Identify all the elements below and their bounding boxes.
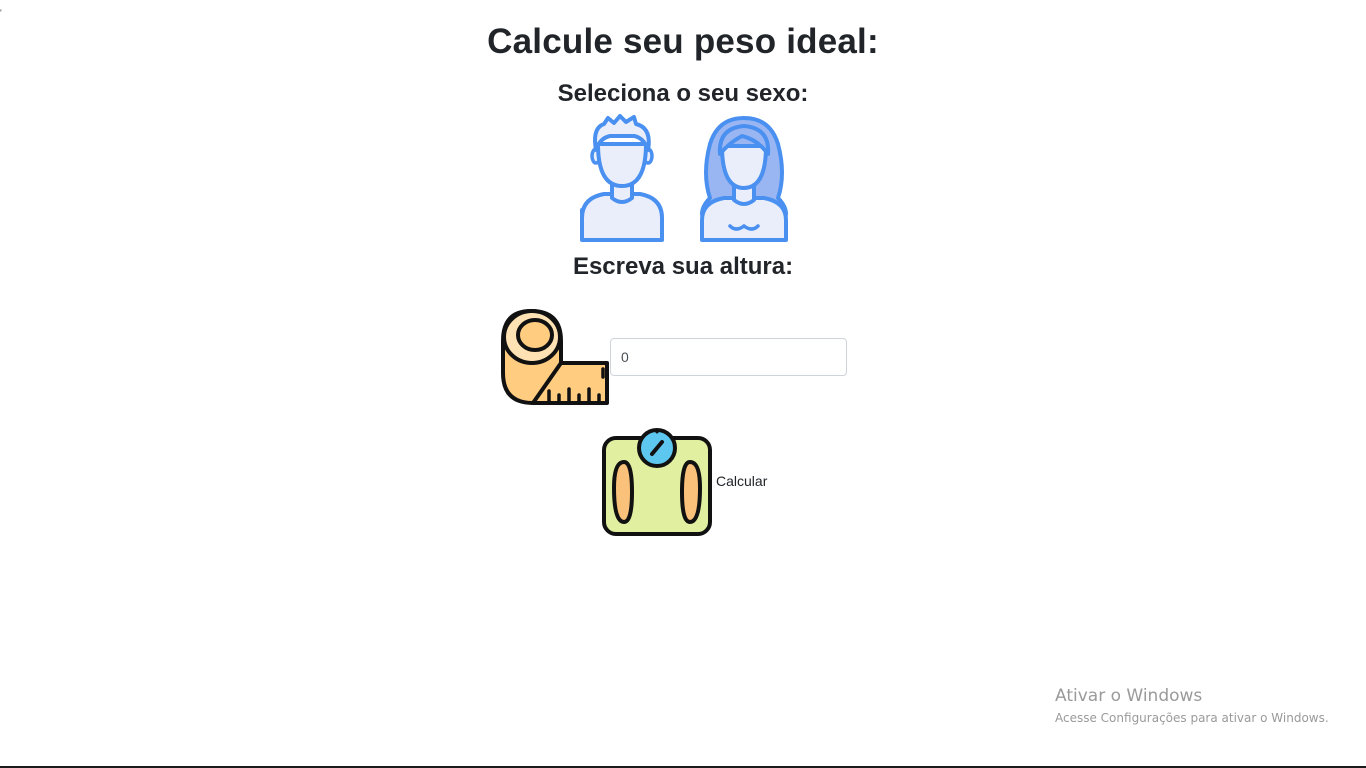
- measuring-tape-icon: [501, 309, 609, 405]
- windows-activation-watermark: Ativar o Windows Acesse Configurações pa…: [1055, 686, 1329, 726]
- height-input[interactable]: [610, 338, 847, 376]
- watermark-subtitle: Acesse Configurações para ativar o Windo…: [1055, 711, 1329, 725]
- sex-section-label: Seleciona o seu sexo:: [557, 80, 809, 107]
- page: ' Calcule seu peso ideal: Seleciona o se…: [0, 0, 1366, 768]
- height-section-label: Escreva sua altura:: [572, 253, 794, 280]
- male-avatar-icon: [580, 114, 664, 242]
- bathroom-scale-icon: [602, 428, 712, 536]
- sex-option-male[interactable]: [574, 114, 670, 244]
- watermark-title: Ativar o Windows: [1055, 686, 1203, 706]
- page-title: Calcule seu peso ideal:: [487, 22, 879, 61]
- calculate-button[interactable]: Calcular: [600, 426, 770, 540]
- sex-option-female[interactable]: [696, 114, 792, 244]
- calculate-label: Calcular: [716, 473, 768, 489]
- female-avatar-icon: [700, 116, 788, 242]
- stray-mark: ': [0, 8, 2, 18]
